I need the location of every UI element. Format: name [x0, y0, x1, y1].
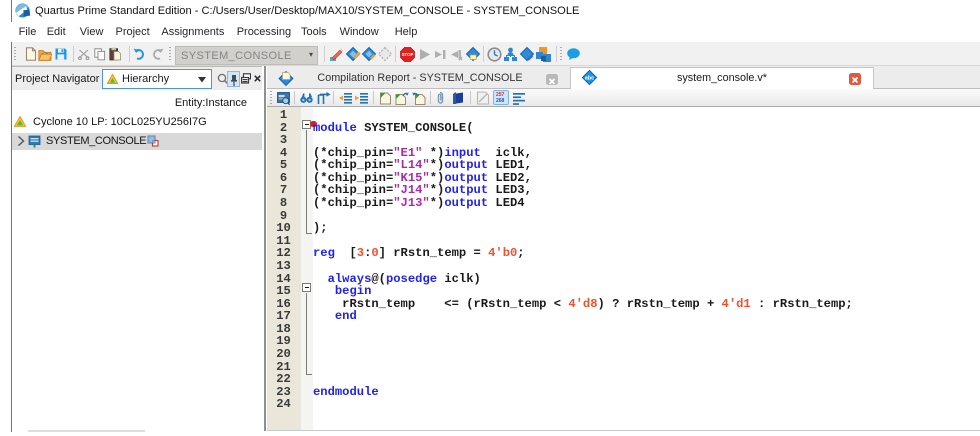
- svg-text:abc: abc: [585, 76, 594, 82]
- svg-text:STOP: STOP: [402, 52, 414, 57]
